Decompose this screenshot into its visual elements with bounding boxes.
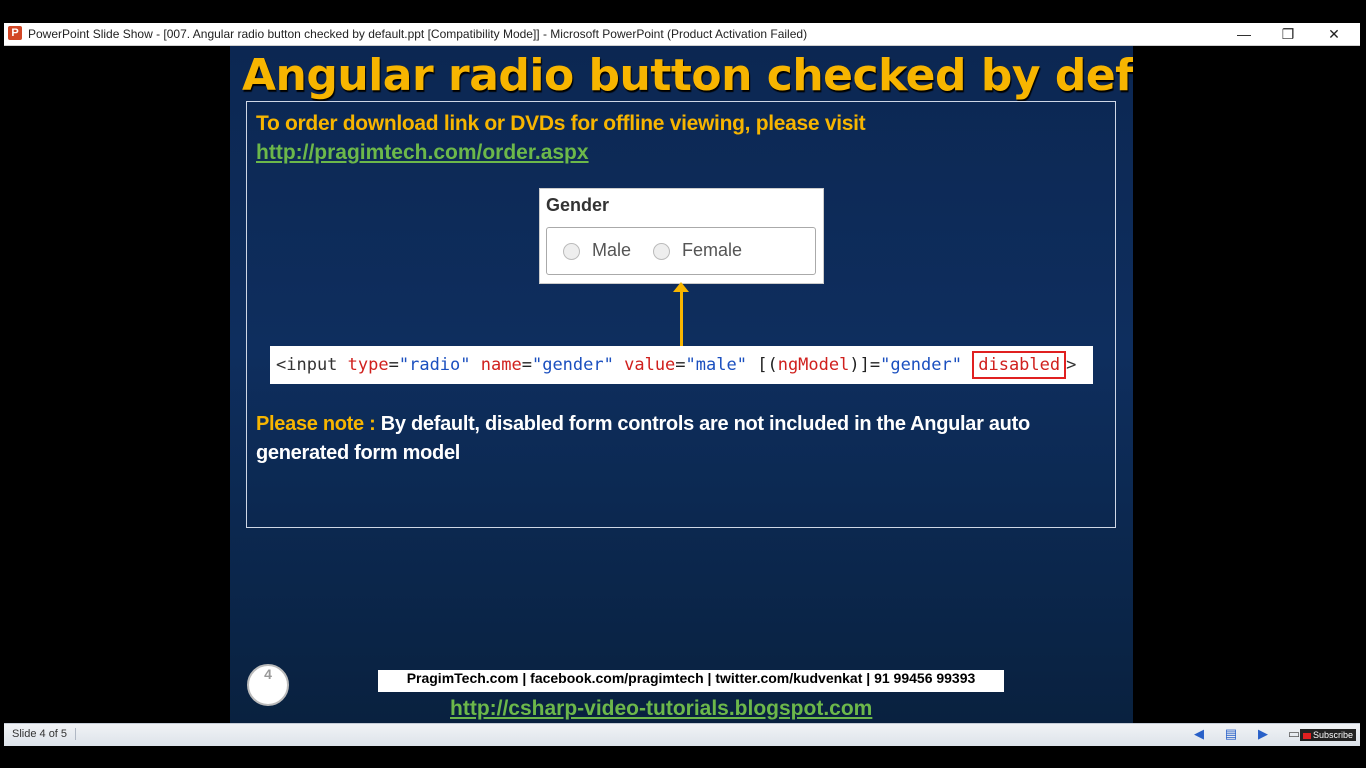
code-tag-close: > [1066,355,1077,375]
restore-button[interactable]: ❐ [1266,23,1310,45]
slide-indicator: Slide 4 of 5 [12,728,77,740]
code-line: <input type="radio" name="gender" value=… [276,351,1077,379]
subscribe-badge[interactable]: Subscribe [1300,729,1357,741]
order-link[interactable]: http://pragimtech.com/order.aspx [256,141,589,165]
male-radio-label: Male [592,240,632,260]
code-snippet-box: <input type="radio" name="gender" value=… [270,346,1093,384]
note-label: Please note : [256,413,376,435]
code-val-name: "gender" [531,355,614,375]
minimize-button[interactable]: — [1222,23,1266,45]
code-bind-close: )] [849,355,870,375]
slide-menu-icon[interactable]: ▤ [1223,726,1239,742]
window-titlebar: P PowerPoint Slide Show - [007. Angular … [4,23,1360,46]
next-slide-icon[interactable]: ▶ [1255,726,1271,742]
note-paragraph: Please note : By default, disabled form … [256,410,1096,468]
code-attr-name: name [480,355,522,375]
code-eq: = [869,355,881,375]
code-val-model: "gender" [880,355,962,375]
code-ngmodel: ngModel [777,355,850,375]
footer-contacts: PragimTech.com | facebook.com/pragimtech… [378,670,1004,692]
code-disabled-highlight: disabled [972,351,1067,379]
code-eq: = [675,355,686,375]
slide-title: Angular radio button checked by default [242,50,1133,101]
window-title: PowerPoint Slide Show - [007. Angular ra… [28,27,808,41]
code-bind-open: [( [757,355,778,375]
gender-panel: Gender Male Female [539,188,824,284]
code-val-type: "radio" [398,355,471,375]
female-radio [653,243,670,260]
powerpoint-icon: P [8,26,22,40]
slide-canvas[interactable]: Angular radio button checked by default … [230,46,1133,724]
code-attr-value: value [624,355,676,375]
code-tag-open: <input [276,355,348,375]
male-radio [563,243,580,260]
gender-label: Gender [546,195,610,215]
code-eq: = [521,355,532,375]
order-text: To order download link or DVDs for offli… [256,112,866,135]
slide-number-badge: 4 [247,664,289,706]
radio-group: Male Female [546,227,816,275]
statusbar: Slide 4 of 5 ◀ ▤ ▶ ▭ ▣ Subscribe [4,723,1360,746]
code-eq: = [388,355,399,375]
blog-link[interactable]: http://csharp-video-tutorials.blogspot.c… [450,697,872,721]
previous-slide-icon[interactable]: ◀ [1191,726,1207,742]
close-button[interactable]: ✕ [1312,23,1356,45]
code-val-value: "male" [685,355,747,375]
arrow-shaft [680,290,683,346]
code-attr-type: type [347,355,389,375]
female-radio-label: Female [682,240,743,260]
